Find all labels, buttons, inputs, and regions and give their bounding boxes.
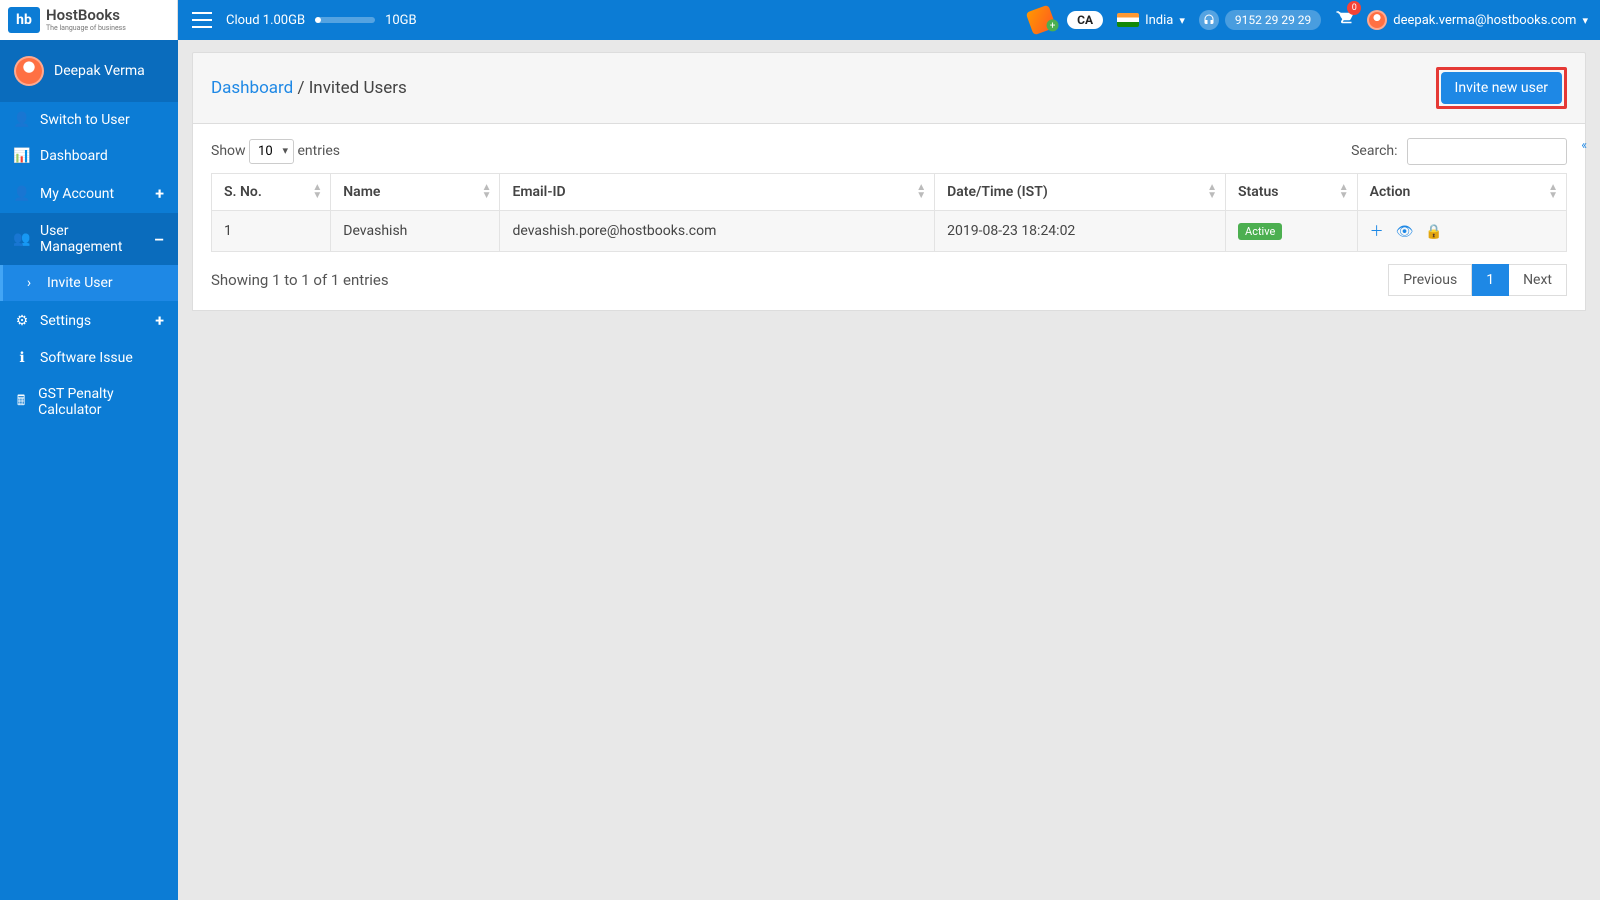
nav-icon: 👤 [14, 112, 30, 128]
cart-icon[interactable]: 0 [1335, 9, 1353, 31]
prev-button[interactable]: Previous [1388, 264, 1472, 296]
col-date-time-ist-[interactable]: Date/Time (IST)▲▼ [935, 174, 1226, 211]
sidebar: Deepak Verma 👤 Switch to User 📊 Dashboard 👤 M… [0, 40, 178, 900]
sort-icon: ▲▼ [1339, 184, 1349, 200]
sidebar-item-my-account[interactable]: 👤 My Account + [0, 174, 178, 213]
col-name[interactable]: Name▲▼ [331, 174, 500, 211]
nav-label: Switch to User [40, 112, 130, 128]
page-1-button[interactable]: 1 [1472, 264, 1509, 296]
user-email-label: deepak.verma@hostbooks.com [1393, 13, 1576, 28]
brand-logo[interactable]: hb HostBooks The language of business [0, 0, 178, 40]
invite-new-user-button[interactable]: Invite new user [1441, 72, 1562, 104]
sidebar-item-gst-penalty-calculator[interactable]: 🖩 GST Penalty Calculator [0, 376, 178, 428]
nav-icon: › [21, 275, 37, 291]
avatar-icon [1367, 10, 1387, 30]
col-action[interactable]: Action▲▼ [1357, 174, 1566, 211]
collapse-icon[interactable]: « [1581, 138, 1587, 152]
card-body: « Show 10 entries Search: S. No.▲▼Name▲▼… [192, 123, 1586, 311]
nav-icon: 👥 [14, 231, 30, 247]
user-menu[interactable]: deepak.verma@hostbooks.com ▾ [1367, 10, 1588, 30]
ticket-icon[interactable] [1026, 5, 1057, 36]
sidebar-item-invite-user[interactable]: › Invite User [0, 265, 178, 301]
col-email-id[interactable]: Email-ID▲▼ [500, 174, 935, 211]
country-label: India [1145, 13, 1173, 28]
brand-name: HostBooks [46, 6, 120, 24]
menu-toggle-icon[interactable] [192, 12, 212, 28]
table-info: Showing 1 to 1 of 1 entries [211, 271, 389, 289]
brand-tagline: The language of business [46, 24, 126, 32]
next-button[interactable]: Next [1509, 264, 1567, 296]
expand-icon[interactable]: – [154, 230, 164, 249]
country-selector[interactable]: India ▾ [1117, 13, 1185, 28]
nav-label: Dashboard [40, 148, 108, 164]
pagination: Previous 1 Next [1388, 264, 1567, 296]
nav-label: GST Penalty Calculator [38, 386, 164, 418]
topbar: hb HostBooks The language of business Cl… [0, 0, 1600, 40]
expand-icon[interactable]: + [155, 184, 164, 203]
search-input[interactable] [1407, 138, 1567, 165]
nav-label: Invite User [47, 275, 113, 291]
nav-icon: 🖩 [14, 390, 28, 414]
nav-label: My Account [40, 186, 114, 202]
avatar-icon [14, 56, 44, 86]
sort-icon: ▲▼ [482, 184, 492, 200]
nav-icon: ℹ [14, 350, 30, 366]
nav-label: Settings [40, 313, 91, 329]
breadcrumb: Dashboard / Invited Users [211, 78, 407, 98]
ca-badge[interactable]: CA [1067, 11, 1103, 29]
breadcrumb-current: Invited Users [309, 78, 407, 98]
length-select[interactable]: 10 [249, 139, 294, 164]
sort-icon: ▲▼ [1548, 184, 1558, 200]
status-badge: Active [1238, 223, 1282, 240]
phone-number: 9152 29 29 29 [1225, 10, 1321, 30]
invited-users-table: S. No.▲▼Name▲▼Email-ID▲▼Date/Time (IST)▲… [211, 173, 1567, 252]
sidebar-username: Deepak Verma [54, 63, 145, 79]
main-content: Dashboard / Invited Users Invite new use… [178, 40, 1600, 900]
search-control: Search: [1351, 138, 1567, 165]
lock-icon[interactable]: 🔒 [1425, 224, 1442, 240]
nav-icon: 👤 [14, 186, 30, 202]
col-s-no-[interactable]: S. No.▲▼ [212, 174, 331, 211]
sidebar-item-user-management[interactable]: 👥 User Management– [0, 213, 178, 265]
chevron-down-icon: ▾ [1582, 14, 1588, 27]
nav-label: User Management [40, 223, 144, 255]
cloud-progress-bar [315, 17, 375, 23]
nav-icon: ⚙ [14, 313, 30, 329]
sort-icon: ▲▼ [312, 184, 322, 200]
sort-icon: ▲▼ [916, 184, 926, 200]
cloud-quota-label: 10GB [385, 13, 417, 28]
flag-icon [1117, 13, 1139, 27]
chevron-down-icon: ▾ [1179, 14, 1185, 27]
sidebar-item-dashboard[interactable]: 📊 Dashboard [0, 138, 178, 174]
headset-icon [1199, 10, 1219, 30]
breadcrumb-root[interactable]: Dashboard [211, 78, 293, 98]
logo-abbr: hb [8, 7, 40, 33]
cloud-usage: Cloud 1.00GB 10GB [226, 13, 417, 28]
nav-icon: 📊 [14, 148, 30, 164]
cloud-used-label: Cloud 1.00GB [226, 13, 305, 28]
sort-icon: ▲▼ [1207, 184, 1217, 200]
view-icon[interactable]: 👁 [1396, 224, 1414, 240]
add-icon[interactable]: ＋ [1370, 224, 1384, 240]
nav-label: Software Issue [40, 350, 133, 366]
highlight-annotation: Invite new user [1436, 67, 1567, 109]
length-control: Show 10 entries [211, 139, 340, 164]
sidebar-user[interactable]: Deepak Verma [0, 40, 178, 102]
cart-count: 0 [1347, 1, 1361, 15]
col-status[interactable]: Status▲▼ [1226, 174, 1358, 211]
support-phone[interactable]: 9152 29 29 29 [1199, 10, 1321, 30]
sidebar-item-settings[interactable]: ⚙ Settings + [0, 301, 178, 340]
table-row: 1Devashishdevashish.pore@hostbooks.com20… [212, 211, 1567, 252]
sidebar-item-software-issue[interactable]: ℹ Software Issue [0, 340, 178, 376]
sidebar-item-switch-to-user[interactable]: 👤 Switch to User [0, 102, 178, 138]
expand-icon[interactable]: + [155, 311, 164, 330]
page-header: Dashboard / Invited Users Invite new use… [192, 52, 1586, 123]
